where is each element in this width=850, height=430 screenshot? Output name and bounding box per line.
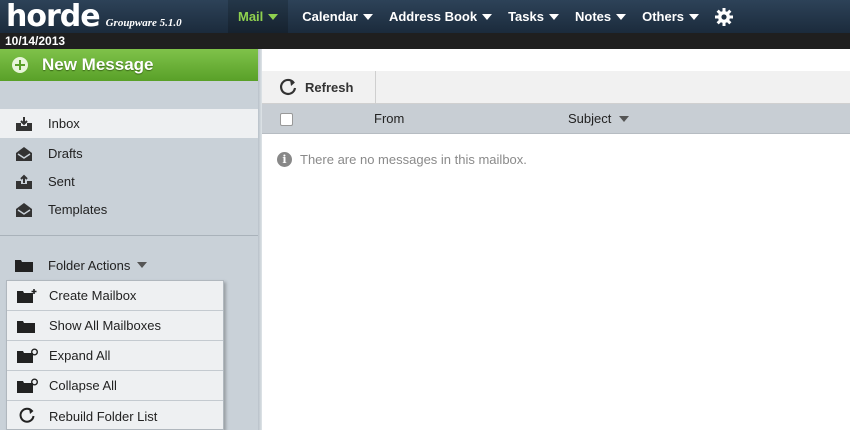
nav-others[interactable]: Others bbox=[634, 0, 707, 33]
menu-item-label: Collapse All bbox=[49, 378, 117, 393]
refresh-button[interactable]: Refresh bbox=[270, 71, 376, 104]
sort-down-icon bbox=[619, 116, 630, 122]
logo-subtitle: Groupware 5.1.0 bbox=[105, 17, 182, 29]
new-message-button[interactable]: New Message bbox=[0, 49, 258, 81]
empty-mailbox-text: There are no messages in this mailbox. bbox=[300, 152, 527, 167]
nav-calendar-label: Calendar bbox=[302, 9, 358, 24]
top-navigation-bar: horde Groupware 5.1.0 Mail Calendar Addr… bbox=[0, 0, 850, 33]
column-header-subject[interactable]: Subject bbox=[568, 104, 630, 134]
select-all-checkbox[interactable] bbox=[280, 113, 293, 126]
folder-expand-icon bbox=[16, 348, 38, 364]
templates-icon bbox=[14, 201, 34, 219]
drafts-icon bbox=[14, 145, 34, 163]
empty-mailbox-notice: i There are no messages in this mailbox. bbox=[277, 152, 527, 167]
chevron-down-icon bbox=[548, 13, 559, 20]
nav-tasks-label: Tasks bbox=[508, 9, 544, 24]
sidebar-divider bbox=[0, 235, 258, 236]
folder-icon bbox=[16, 318, 38, 334]
chevron-down-icon bbox=[689, 13, 700, 20]
chevron-down-icon bbox=[268, 13, 279, 20]
inbox-icon bbox=[14, 115, 34, 133]
nav-notes[interactable]: Notes bbox=[567, 0, 634, 33]
nav-address-book-label: Address Book bbox=[388, 9, 478, 24]
message-toolbar: Refresh bbox=[262, 71, 850, 104]
menu-item-label: Rebuild Folder List bbox=[49, 408, 158, 424]
menu-item-label: Create Mailbox bbox=[49, 288, 137, 303]
mailbox-drafts[interactable]: Drafts bbox=[0, 139, 258, 168]
mailbox-sent[interactable]: Sent bbox=[0, 167, 258, 196]
menu-item-expand-all[interactable]: Expand All bbox=[7, 341, 223, 371]
column-header-from[interactable]: From bbox=[374, 104, 404, 134]
nav-address-book[interactable]: Address Book bbox=[381, 0, 500, 33]
folder-actions-label: Folder Actions bbox=[48, 257, 131, 273]
mailbox-inbox[interactable]: Inbox bbox=[0, 109, 258, 138]
horde-logo[interactable]: horde Groupware 5.1.0 bbox=[6, 0, 182, 33]
folder-actions-menu: Create Mailbox Show All Mailboxes Expand… bbox=[6, 280, 224, 430]
menu-item-show-all-mailboxes[interactable]: Show All Mailboxes bbox=[7, 311, 223, 341]
refresh-label: Refresh bbox=[305, 80, 354, 95]
nav-mail[interactable]: Mail bbox=[228, 0, 289, 33]
nav-others-label: Others bbox=[642, 9, 685, 24]
mailbox-label: Drafts bbox=[48, 146, 83, 161]
main-nav: Mail Calendar Address Book Tasks Notes O… bbox=[228, 0, 735, 33]
menu-item-rebuild-folder-list[interactable]: Rebuild Folder List bbox=[7, 401, 223, 430]
nav-tasks[interactable]: Tasks bbox=[500, 0, 567, 33]
refresh-icon bbox=[16, 407, 38, 424]
chevron-down-icon bbox=[616, 13, 627, 20]
message-list-header: From Subject bbox=[262, 104, 850, 134]
nav-notes-label: Notes bbox=[574, 9, 612, 24]
chevron-down-icon bbox=[137, 262, 148, 268]
mailbox-label: Inbox bbox=[48, 116, 80, 131]
chevron-down-icon bbox=[362, 13, 373, 20]
nav-mail-label: Mail bbox=[238, 9, 264, 24]
date-bar: 10/14/2013 bbox=[0, 33, 850, 49]
plus-circle-icon bbox=[12, 57, 28, 73]
folder-icon bbox=[14, 257, 34, 273]
menu-item-collapse-all[interactable]: Collapse All bbox=[7, 371, 223, 401]
info-icon: i bbox=[277, 152, 292, 167]
menu-item-label: Show All Mailboxes bbox=[49, 318, 161, 333]
logo-text: horde bbox=[6, 0, 101, 34]
chevron-down-icon bbox=[482, 13, 493, 20]
gear-icon[interactable] bbox=[713, 6, 735, 28]
folder-collapse-icon bbox=[16, 378, 38, 394]
mailbox-templates[interactable]: Templates bbox=[0, 195, 258, 224]
refresh-icon bbox=[278, 78, 298, 98]
folder-new-icon bbox=[16, 288, 38, 304]
folder-actions-button[interactable]: Folder Actions bbox=[0, 251, 258, 279]
menu-item-create-mailbox[interactable]: Create Mailbox bbox=[7, 281, 223, 311]
nav-calendar[interactable]: Calendar bbox=[294, 0, 381, 33]
mailbox-label: Templates bbox=[48, 202, 108, 217]
mailbox-label: Sent bbox=[48, 174, 75, 189]
new-message-label: New Message bbox=[42, 55, 154, 74]
sent-icon bbox=[14, 173, 34, 191]
column-header-subject-label: Subject bbox=[568, 111, 612, 126]
menu-item-label: Expand All bbox=[49, 348, 111, 363]
